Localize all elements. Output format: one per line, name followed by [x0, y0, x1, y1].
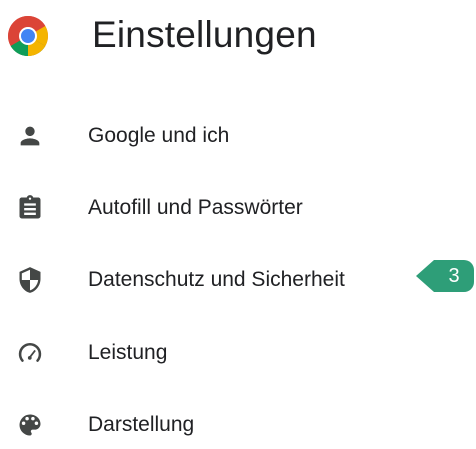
step-callout-badge: 3: [414, 258, 476, 294]
palette-icon: [16, 411, 44, 439]
nav-item-datenschutz[interactable]: Datenschutz und Sicherheit: [0, 256, 420, 304]
nav-item-autofill[interactable]: Autofill und Passwörter: [0, 184, 420, 232]
person-icon: [16, 122, 44, 150]
speedometer-icon: [16, 339, 44, 367]
nav-item-google-und-ich[interactable]: Google und ich: [0, 112, 420, 160]
nav-item-label: Google und ich: [88, 124, 230, 147]
settings-header: Einstellungen: [0, 0, 476, 80]
nav-item-leistung[interactable]: Leistung: [0, 329, 420, 377]
nav-item-label: Autofill und Passwörter: [88, 196, 303, 219]
chrome-logo-icon: [6, 14, 50, 58]
shield-icon: [16, 266, 44, 294]
clipboard-icon: [16, 194, 44, 222]
nav-item-darstellung[interactable]: Darstellung: [0, 401, 420, 449]
step-number: 3: [448, 265, 460, 287]
nav-item-label: Datenschutz und Sicherheit: [88, 268, 345, 291]
nav-item-label: Leistung: [88, 341, 168, 364]
nav-item-label: Darstellung: [88, 413, 195, 436]
page-title: Einstellungen: [92, 14, 317, 55]
